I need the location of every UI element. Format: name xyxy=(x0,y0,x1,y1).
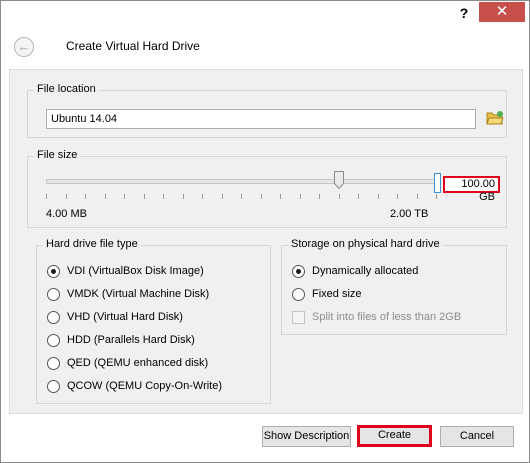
create-button[interactable]: Create xyxy=(357,425,432,447)
file-location-input[interactable]: Ubuntu 14.04 xyxy=(46,109,476,129)
slider-tick xyxy=(105,194,106,199)
slider-tick xyxy=(300,194,301,199)
storage-label: Storage on physical hard drive xyxy=(288,238,443,250)
file-size-min-label: 4.00 MB xyxy=(46,208,87,220)
file-location-group: File location Ubuntu 14.04 xyxy=(27,83,507,138)
storage-group: Storage on physical hard drive Dynamical… xyxy=(281,238,507,335)
file-type-group: Hard drive file type VDI (VirtualBox Dis… xyxy=(36,238,271,404)
radio-button[interactable] xyxy=(47,357,60,370)
slider-tick xyxy=(280,194,281,199)
slider-tick xyxy=(358,194,359,199)
radio-button[interactable] xyxy=(292,288,305,301)
slider-tick xyxy=(378,194,379,199)
radio-label: QCOW (QEMU Copy-On-Write) xyxy=(67,380,223,392)
slider-tick xyxy=(436,194,437,199)
file-type-label: Hard drive file type xyxy=(43,238,141,250)
radio-label: Fixed size xyxy=(312,288,362,300)
radio-label: VDI (VirtualBox Disk Image) xyxy=(67,265,204,277)
file-size-slider-track[interactable] xyxy=(46,179,438,184)
cancel-button[interactable]: Cancel xyxy=(440,426,514,447)
slider-tick xyxy=(183,194,184,199)
radio-button[interactable] xyxy=(47,265,60,278)
split-files-checkbox xyxy=(292,311,305,324)
folder-open-icon[interactable] xyxy=(486,110,504,126)
file-size-max-label: 2.00 TB xyxy=(390,208,429,220)
slider-tick xyxy=(66,194,67,199)
slider-tick xyxy=(222,194,223,199)
radio-button[interactable] xyxy=(47,380,60,393)
slider-tick xyxy=(144,194,145,199)
slider-tick xyxy=(417,194,418,199)
slider-tick xyxy=(124,194,125,199)
radio-button[interactable] xyxy=(47,311,60,324)
dialog-window: ? ✕ ← Create Virtual Hard Drive File loc… xyxy=(0,0,530,463)
radio-label: HDD (Parallels Hard Disk) xyxy=(67,334,195,346)
help-button[interactable]: ? xyxy=(453,4,475,22)
close-button[interactable]: ✕ xyxy=(479,2,525,22)
slider-tick xyxy=(85,194,86,199)
file-size-label: File size xyxy=(34,149,81,161)
slider-tick xyxy=(202,194,203,199)
page-title: Create Virtual Hard Drive xyxy=(66,39,200,53)
radio-label: VMDK (Virtual Machine Disk) xyxy=(67,288,210,300)
slider-tick xyxy=(46,194,47,199)
radio-button[interactable] xyxy=(292,265,305,278)
radio-label: VHD (Virtual Hard Disk) xyxy=(67,311,183,323)
back-arrow-icon: ← xyxy=(17,39,31,54)
show-description-button[interactable]: Show Description xyxy=(262,426,351,447)
slider-tick xyxy=(397,194,398,199)
slider-tick xyxy=(319,194,320,199)
back-button[interactable]: ← xyxy=(14,37,34,57)
radio-button[interactable] xyxy=(47,334,60,347)
size-caret-marker xyxy=(434,173,441,193)
file-size-slider-thumb[interactable] xyxy=(334,171,344,189)
file-size-input[interactable]: 100.00 GB xyxy=(443,176,500,203)
file-location-label: File location xyxy=(34,83,99,95)
title-bar: ? ✕ xyxy=(1,1,529,27)
slider-tick xyxy=(241,194,242,199)
slider-tick xyxy=(261,194,262,199)
slider-tick xyxy=(163,194,164,199)
radio-button[interactable] xyxy=(47,288,60,301)
split-files-label: Split into files of less than 2GB xyxy=(312,311,462,323)
slider-tick xyxy=(339,194,340,199)
radio-label: QED (QEMU enhanced disk) xyxy=(67,357,209,369)
radio-label: Dynamically allocated xyxy=(312,265,419,277)
wizard-content: File location Ubuntu 14.04 File size 4.0… xyxy=(9,69,523,414)
